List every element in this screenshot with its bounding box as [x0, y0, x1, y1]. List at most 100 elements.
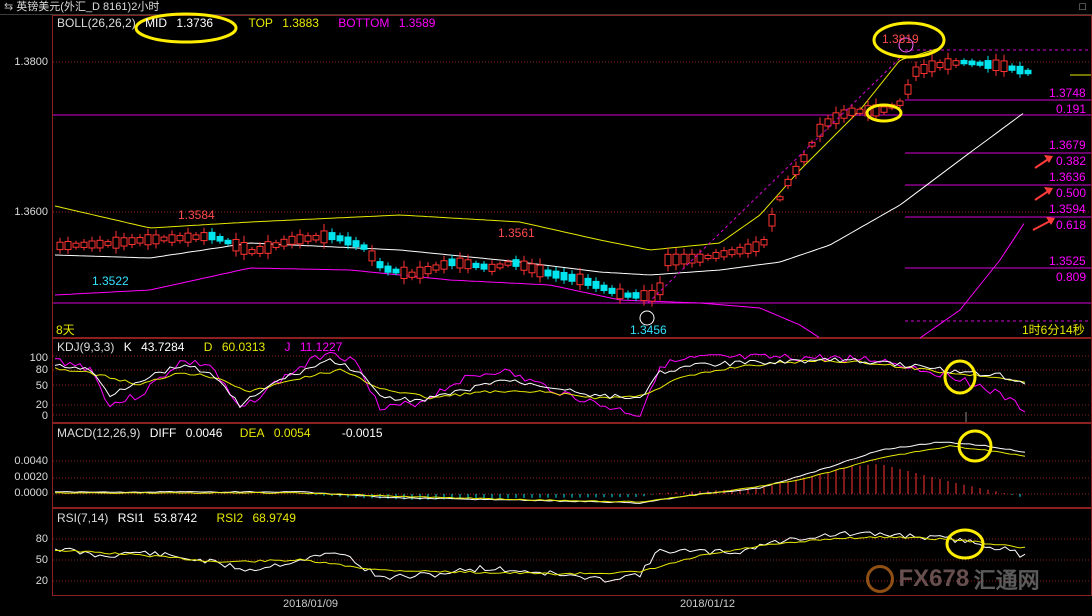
red-arrow-icon-2 — [1046, 217, 1055, 225]
macd-name: MACD(12,26,9) — [57, 426, 141, 440]
rsi-tick-20: 20 — [35, 575, 48, 587]
candle-body — [608, 287, 616, 294]
kdj-tick-100: 100 — [29, 352, 48, 364]
candle-body — [376, 261, 384, 269]
candle-body — [704, 254, 712, 260]
rsi-name: RSI(7,14) — [57, 511, 109, 525]
macd-legend: MACD(12,26,9) DIFF 0.0046 DEA 0.0054 -0.… — [57, 426, 389, 440]
annotation-peak: 1.3819 — [882, 32, 919, 46]
candle-body — [312, 234, 320, 241]
candle-body — [488, 263, 496, 272]
x-date-1: 2018/01/09 — [283, 598, 339, 610]
candle-body — [632, 292, 640, 299]
candle-body — [928, 60, 936, 73]
rsi-tick-50: 50 — [35, 554, 48, 566]
candle-body — [136, 237, 144, 244]
kdj-tick-80: 80 — [35, 364, 48, 376]
fib-ratio-2: 0.500 — [1056, 186, 1087, 200]
candle-body — [616, 288, 624, 300]
candle-body — [328, 232, 336, 241]
fib-price-1: 1.3679 — [1049, 138, 1086, 152]
candle-body — [1008, 65, 1016, 71]
candle-body — [160, 236, 168, 242]
candle-body — [552, 270, 560, 279]
candle-body — [368, 250, 376, 262]
candle-body — [712, 251, 720, 259]
fib-ratio-1: 0.382 — [1056, 154, 1087, 168]
annotation-high-left: 1.3584 — [178, 208, 215, 222]
fib-ratio-3: 0.618 — [1056, 218, 1087, 232]
boll-top-value: 1.3883 — [282, 16, 319, 30]
candle-body — [856, 108, 864, 114]
candle-body — [648, 289, 656, 302]
candle-body — [984, 60, 992, 69]
candle-body — [672, 253, 680, 266]
watermark-brand: FX678 — [898, 565, 970, 592]
fib-price-2: 1.3636 — [1049, 170, 1086, 184]
annotation-low-mid: 1.3456 — [630, 323, 667, 337]
candle-body — [296, 234, 304, 245]
candle-body — [992, 59, 1000, 72]
candle-body — [960, 59, 968, 65]
candle-body — [768, 213, 776, 227]
candle-body — [64, 241, 72, 251]
candle-body — [688, 253, 696, 264]
macd-diff-value: 0.0046 — [185, 426, 223, 440]
candle-body — [520, 260, 528, 271]
kdj-j-line — [54, 351, 1026, 417]
candle-body — [144, 234, 152, 246]
macd-tick-0-0020: 0.0020 — [14, 471, 48, 483]
candle-body — [200, 232, 208, 242]
fx678-logo-icon — [866, 565, 894, 593]
candle-body — [336, 235, 344, 242]
candle-body — [600, 284, 608, 292]
kdj-highlight-circle — [943, 359, 977, 395]
candle-body — [120, 237, 128, 247]
candle-body — [664, 253, 672, 267]
rsi2-label: RSI2 — [216, 511, 244, 525]
candle-body — [776, 196, 784, 201]
y-tick-1-3800: 1.3800 — [14, 56, 48, 68]
candle-body — [344, 236, 352, 246]
candle-body — [592, 280, 600, 289]
trend-line — [647, 57, 901, 304]
candle-body — [456, 257, 464, 269]
candle-body — [944, 58, 952, 70]
candle-body — [352, 240, 360, 248]
candle-body — [408, 271, 416, 278]
candle-body — [288, 235, 296, 245]
boll-bottom-label: BOTTOM — [338, 16, 390, 30]
candle-body — [624, 292, 632, 298]
candle-body — [232, 238, 240, 252]
watermark-cn: 汇通网 — [973, 569, 1040, 594]
candle-body — [560, 271, 568, 281]
candle-body — [248, 249, 256, 255]
boll-mid-label: MID — [145, 16, 168, 30]
candle-body — [736, 246, 744, 255]
fib-price-0: 1.3748 — [1049, 86, 1086, 100]
macd-dea-label: DEA — [239, 426, 265, 440]
candle-body — [680, 253, 688, 265]
candle-body — [728, 249, 736, 256]
fib-ratio-0: 0.191 — [1056, 102, 1087, 116]
candle-body — [504, 261, 512, 266]
candle-body — [640, 290, 648, 302]
candle-body — [152, 234, 160, 245]
candle-body — [912, 66, 920, 77]
rsi-tick-80: 80 — [35, 533, 48, 545]
candle-body — [208, 231, 216, 241]
candle-body — [472, 262, 480, 269]
candle-body — [880, 106, 888, 113]
candle-body — [112, 236, 120, 249]
candle-body — [240, 242, 248, 255]
candle-body — [304, 235, 312, 242]
candle-body — [56, 241, 64, 251]
fib-ratio-4: 0.809 — [1056, 270, 1087, 284]
candle-body — [88, 240, 96, 249]
candle-body — [896, 100, 904, 106]
candle-body — [128, 237, 136, 245]
candle-body — [416, 266, 424, 279]
candle-body — [920, 64, 928, 74]
countdown-label: 1时6分14秒 — [1022, 323, 1085, 337]
candle-body — [744, 243, 752, 254]
